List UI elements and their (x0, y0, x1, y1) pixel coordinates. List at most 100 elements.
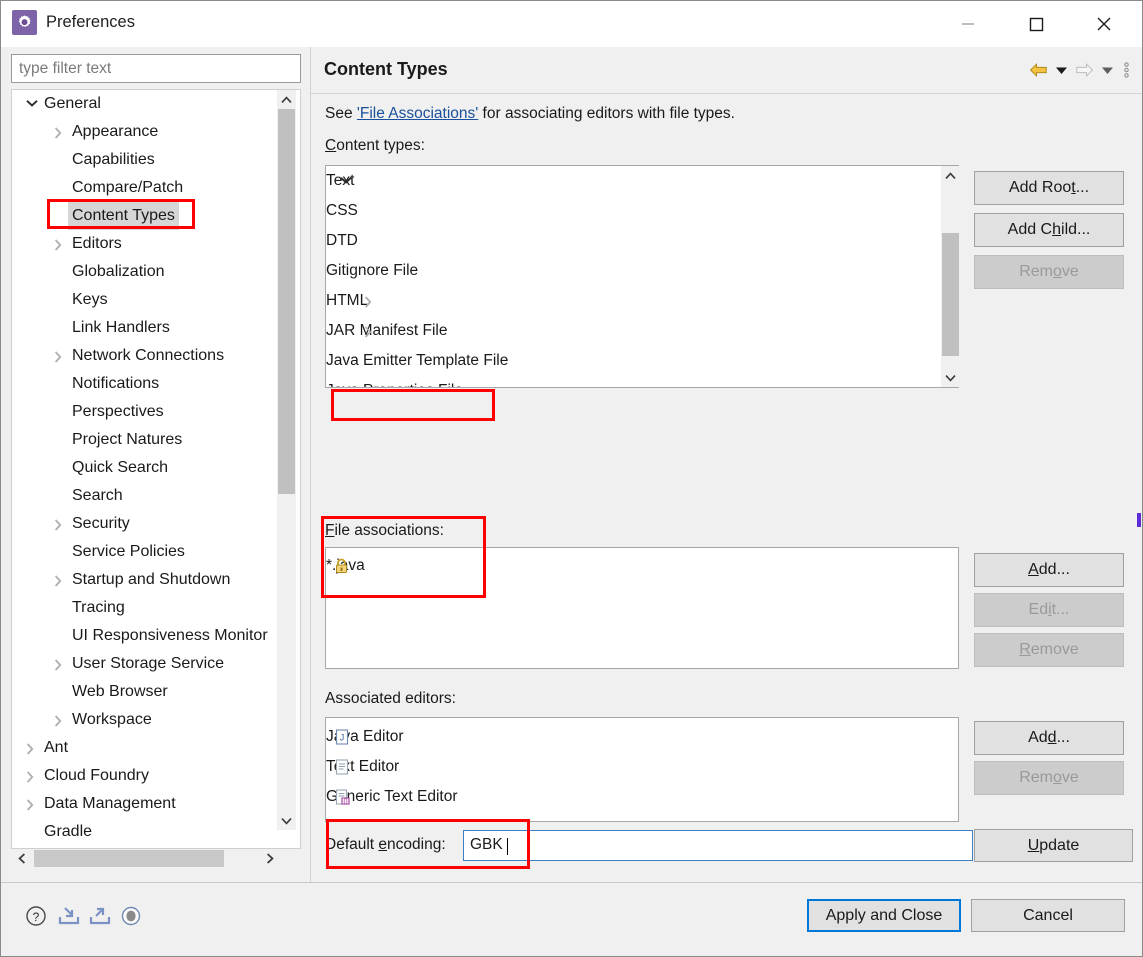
chevron-right-icon[interactable] (364, 316, 376, 346)
update-button[interactable]: Update (974, 829, 1133, 862)
content-types-scrollbar-thumb[interactable] (942, 233, 959, 356)
vertical-dots-icon[interactable] (1118, 59, 1134, 81)
add-button[interactable]: Add... (974, 553, 1124, 587)
sidebar-item-project-natures[interactable]: Project Natures (12, 426, 287, 454)
chevron-right-icon[interactable] (54, 510, 66, 538)
close-button[interactable] (1070, 1, 1138, 47)
default-encoding-input[interactable]: GBK (463, 830, 973, 861)
button-label: Add... (1028, 729, 1070, 746)
content-type-row[interactable]: DTD (326, 226, 941, 256)
content-type-row[interactable]: Java Emitter Template File (326, 346, 941, 376)
file-associations-list[interactable]: *.java (325, 547, 959, 669)
scroll-up-icon[interactable] (277, 90, 296, 109)
chevron-right-icon[interactable] (26, 790, 38, 818)
back-dropdown-icon[interactable] (1050, 59, 1072, 81)
chevron-right-icon[interactable] (54, 342, 66, 370)
chevron-right-icon[interactable] (26, 734, 38, 762)
chevron-down-icon[interactable] (26, 90, 38, 118)
scroll-up-icon[interactable] (941, 166, 960, 185)
add-root-button[interactable]: Add Root... (974, 171, 1124, 205)
sidebar-item-capabilities[interactable]: Capabilities (12, 146, 287, 174)
maximize-button[interactable] (1002, 1, 1070, 47)
content-types-tree[interactable]: Text CSS DTD Gitignore File HTML JAR Manifest… (325, 165, 959, 388)
help-icon[interactable]: ? (23, 903, 49, 929)
sidebar-hscrollbar-thumb[interactable] (34, 850, 224, 867)
minimize-button[interactable] (934, 1, 1002, 47)
sidebar-item-content-types[interactable]: Content Types (12, 202, 287, 230)
sidebar-item-search[interactable]: Search (12, 482, 287, 510)
sidebar-item-ui-responsiveness-monitor[interactable]: UI Responsiveness Monitor (12, 622, 287, 650)
content-type-row[interactable]: Gitignore File (326, 256, 941, 286)
chevron-right-icon[interactable] (54, 566, 66, 594)
associated-editors-list[interactable]: J Java Editor Text Editor{} Generic Text Ed… (325, 717, 959, 822)
chevron-right-icon[interactable] (54, 118, 66, 146)
sidebar-item-web-browser[interactable]: Web Browser (12, 678, 287, 706)
scroll-right-icon[interactable] (260, 849, 279, 868)
chevron-right-icon[interactable] (364, 286, 376, 316)
associated-editor-row[interactable]: {} Generic Text Editor (326, 782, 958, 812)
add-button[interactable]: Add... (974, 721, 1124, 755)
search-input[interactable]: type filter text (11, 54, 301, 83)
sidebar-vertical-scrollbar[interactable] (277, 90, 296, 830)
associated-editor-row[interactable]: Text Editor (326, 752, 958, 782)
sidebar-item-data-management[interactable]: Data Management (12, 790, 287, 818)
forward-dropdown-icon[interactable] (1096, 59, 1118, 81)
import-preferences-icon[interactable] (56, 903, 82, 929)
sidebar-item-quick-search[interactable]: Quick Search (12, 454, 287, 482)
sidebar-item-ant[interactable]: Ant (12, 734, 287, 762)
back-arrow-icon[interactable] (1026, 59, 1050, 81)
apply-and-close-button[interactable]: Apply and Close (807, 899, 961, 932)
content-type-row[interactable]: HTML (326, 286, 941, 316)
content-type-row[interactable]: Java Properties File (326, 376, 941, 387)
preference-tree[interactable]: General Appearance Capabilities Compare/Pat… (11, 89, 301, 849)
chevron-right-icon[interactable] (364, 376, 376, 387)
scroll-down-icon[interactable] (277, 811, 296, 830)
chevron-down-icon[interactable] (340, 166, 352, 196)
sidebar-item-gradle[interactable]: Gradle (12, 818, 287, 846)
content-type-label: Java Properties File (326, 382, 463, 387)
sidebar-item-workspace[interactable]: Workspace (12, 706, 287, 734)
sidebar-item-tracing[interactable]: Tracing (12, 594, 287, 622)
content-type-row[interactable]: JAR Manifest File (326, 316, 941, 346)
edge-artifact (1137, 513, 1141, 527)
default-encoding-value: GBK (470, 836, 503, 853)
content-types-scrollbar[interactable] (941, 166, 960, 387)
add-child-button[interactable]: Add Child... (974, 213, 1124, 247)
sidebar-item-cloud-foundry[interactable]: Cloud Foundry (12, 762, 287, 790)
content-type-row[interactable]: Text (326, 166, 941, 196)
restore-defaults-icon[interactable] (118, 903, 144, 929)
export-preferences-icon[interactable] (87, 903, 113, 929)
file-associations-link[interactable]: 'File Associations' (357, 105, 478, 122)
sidebar-item-keys[interactable]: Keys (12, 286, 287, 314)
chevron-right-icon[interactable] (54, 706, 66, 734)
sidebar-horizontal-scrollbar[interactable] (12, 849, 300, 868)
sidebar-item-service-policies[interactable]: Service Policies (12, 538, 287, 566)
sidebar-item-label: Perspectives (72, 403, 164, 420)
sidebar-item-label: UI Responsiveness Monitor (72, 627, 268, 644)
sidebar-item-general[interactable]: General (12, 90, 287, 118)
sidebar-item-appearance[interactable]: Appearance (12, 118, 287, 146)
sidebar-item-notifications[interactable]: Notifications (12, 370, 287, 398)
scroll-left-icon[interactable] (12, 849, 31, 868)
chevron-right-icon[interactable] (26, 762, 38, 790)
sidebar-item-network-connections[interactable]: Network Connections (12, 342, 287, 370)
sidebar-scrollbar-thumb[interactable] (278, 109, 295, 494)
sidebar-item-user-storage-service[interactable]: User Storage Service (12, 650, 287, 678)
file-association-row[interactable]: *.java (326, 551, 958, 581)
sidebar-item-link-handlers[interactable]: Link Handlers (12, 314, 287, 342)
associated-editor-row[interactable]: J Java Editor (326, 722, 958, 752)
chevron-right-icon[interactable] (54, 650, 66, 678)
sidebar-item-startup-and-shutdown[interactable]: Startup and Shutdown (12, 566, 287, 594)
page-navigation-toolbar (1026, 59, 1134, 81)
sidebar-item-security[interactable]: Security (12, 510, 287, 538)
sidebar-item-editors[interactable]: Editors (12, 230, 287, 258)
chevron-right-icon[interactable] (54, 230, 66, 258)
sidebar-item-perspectives[interactable]: Perspectives (12, 398, 287, 426)
forward-arrow-icon (1072, 59, 1096, 81)
sidebar-item-compare-patch[interactable]: Compare/Patch (12, 174, 287, 202)
cancel-button[interactable]: Cancel (971, 899, 1125, 932)
sidebar-item-globalization[interactable]: Globalization (12, 258, 287, 286)
sidebar-item-label: Search (72, 487, 123, 504)
scroll-down-icon[interactable] (941, 368, 960, 387)
content-type-row[interactable]: CSS (326, 196, 941, 226)
